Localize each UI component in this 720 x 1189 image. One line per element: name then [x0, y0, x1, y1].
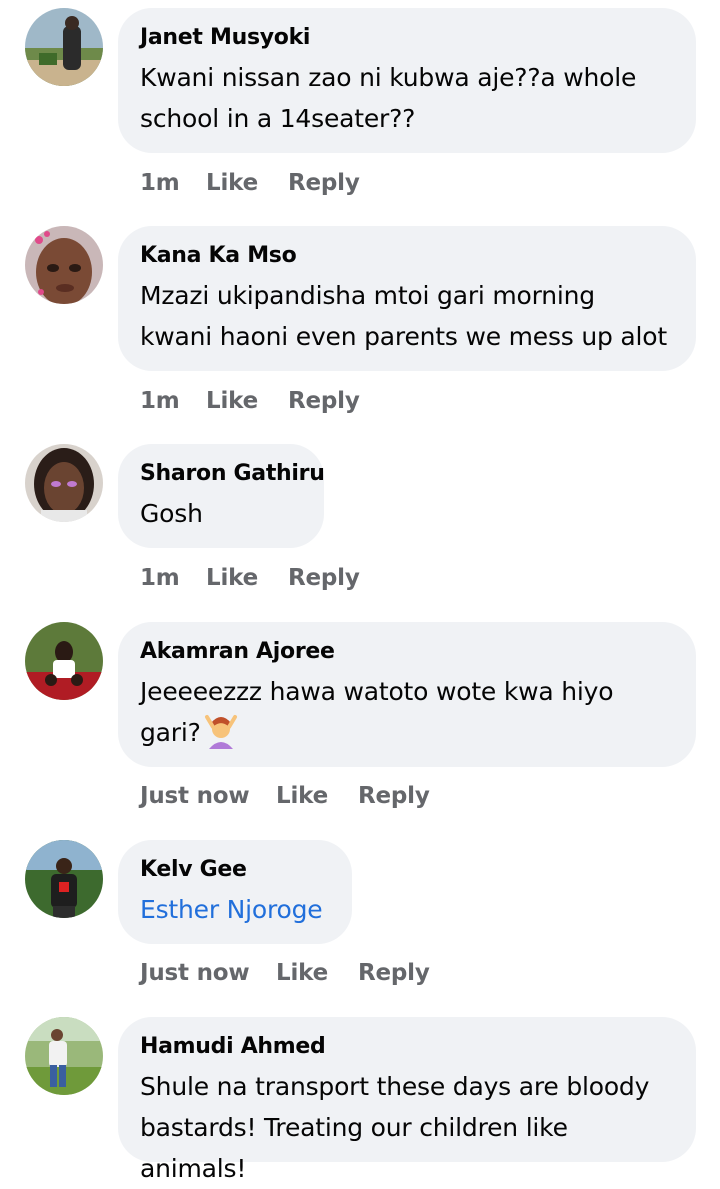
avatar[interactable]	[25, 8, 103, 86]
comment-author[interactable]: Hamudi Ahmed	[140, 1032, 672, 1062]
comment-text: Shule na transport these days are bloody…	[140, 1072, 650, 1183]
comment-time[interactable]: 1m	[140, 170, 206, 196]
mention-link[interactable]: Esther Njoroge	[140, 889, 328, 930]
reply-button[interactable]: Reply	[288, 565, 360, 591]
comment-time[interactable]: 1m	[140, 388, 206, 414]
comment-time[interactable]: Just now	[140, 960, 276, 986]
comment-text: Kwani nissan zao ni kubwa aje??a whole s…	[140, 63, 637, 133]
comment-time[interactable]: 1m	[140, 565, 206, 591]
avatar[interactable]	[25, 1017, 103, 1095]
comment-author[interactable]: Kana Ka Mso	[140, 241, 672, 271]
comment-bubble: Sharon Gathiru Gosh	[118, 444, 325, 548]
avatar[interactable]	[25, 444, 103, 522]
comment-bubble: Hamudi Ahmed Shule na transport these da…	[118, 1017, 696, 1183]
comment-text: Gosh	[140, 499, 203, 528]
comment-actions: Just now Like Reply	[140, 960, 430, 986]
avatar[interactable]	[25, 622, 103, 700]
comment-actions: 1m Like Reply	[140, 170, 360, 196]
comment-bubble: Kelv Gee Esther Njoroge	[118, 840, 352, 944]
comment-author[interactable]: Akamran Ajoree	[140, 637, 672, 667]
comment-actions: 1m Like Reply	[140, 565, 360, 591]
reply-button[interactable]: Reply	[288, 388, 360, 414]
reply-button[interactable]: Reply	[288, 170, 360, 196]
reply-button[interactable]: Reply	[358, 960, 430, 986]
like-button[interactable]: Like	[206, 565, 288, 591]
comment-author[interactable]: Kelv Gee	[140, 855, 328, 885]
comment-text: Jeeeeezzz hawa watoto wote kwa hiyo gari…	[140, 671, 672, 753]
person-gesturing-ok-icon	[203, 713, 239, 749]
comment-bubble: Janet Musyoki Kwani nissan zao ni kubwa …	[118, 8, 696, 153]
avatar[interactable]	[25, 840, 103, 918]
comment-bubble: Kana Ka Mso Mzazi ukipandisha mtoi gari …	[118, 226, 696, 371]
reply-button[interactable]: Reply	[358, 783, 430, 809]
like-button[interactable]: Like	[206, 170, 288, 196]
like-button[interactable]: Like	[276, 783, 358, 809]
comment-author[interactable]: Sharon Gathiru	[140, 459, 325, 489]
comment-actions: 1m Like Reply	[140, 388, 360, 414]
avatar[interactable]	[25, 226, 103, 304]
like-button[interactable]: Like	[276, 960, 358, 986]
comment-actions: Just now Like Reply	[140, 783, 430, 809]
comment-author[interactable]: Janet Musyoki	[140, 23, 672, 53]
comment-bubble: Akamran Ajoree Jeeeeezzz hawa watoto wot…	[118, 622, 696, 767]
comment-text: Mzazi ukipandisha mtoi gari morning kwan…	[140, 281, 667, 351]
like-button[interactable]: Like	[206, 388, 288, 414]
comment-time[interactable]: Just now	[140, 783, 276, 809]
